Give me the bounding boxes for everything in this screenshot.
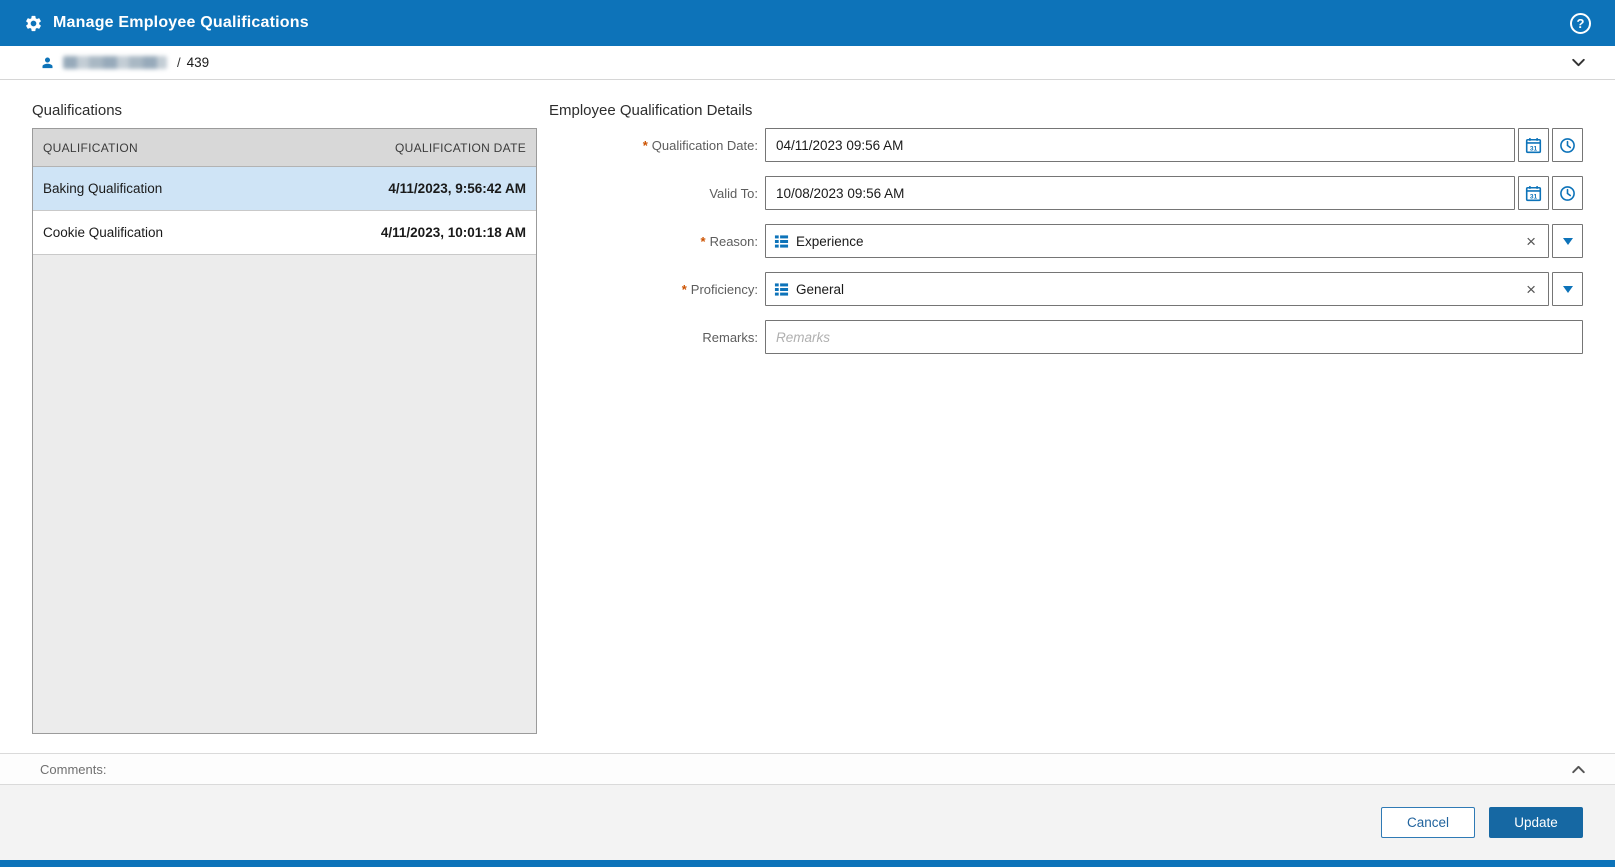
qualifications-title: Qualifications bbox=[32, 102, 123, 119]
qualification-date-calendar-icon[interactable]: 31 bbox=[1518, 128, 1549, 162]
proficiency-dropdown-icon[interactable] bbox=[1552, 272, 1583, 306]
valid-to-label: Valid To: bbox=[709, 185, 758, 201]
cancel-button[interactable]: Cancel bbox=[1381, 807, 1475, 838]
required-marker: * bbox=[681, 281, 687, 297]
comments-chevron-up-icon[interactable] bbox=[1570, 761, 1587, 778]
qualification-date-label: * Qualification Date: bbox=[642, 137, 758, 153]
window-bottom-edge bbox=[0, 860, 1615, 867]
employee-name-redacted bbox=[63, 56, 167, 69]
table-row[interactable]: Baking Qualification 4/11/2023, 9:56:42 … bbox=[33, 167, 536, 211]
manage-employee-qualifications-window: Manage Employee Qualifications ? / 439 Q… bbox=[0, 0, 1615, 867]
table-row[interactable]: Cookie Qualification 4/11/2023, 10:01:18… bbox=[33, 211, 536, 255]
list-icon bbox=[774, 282, 789, 297]
qualification-date: 4/11/2023, 9:56:42 AM bbox=[388, 181, 526, 196]
qualification-name: Baking Qualification bbox=[43, 181, 163, 196]
details-title: Employee Qualification Details bbox=[549, 102, 753, 119]
qualification-date-input[interactable] bbox=[765, 128, 1515, 162]
required-marker: * bbox=[642, 137, 648, 153]
qualification-date-clock-icon[interactable] bbox=[1552, 128, 1583, 162]
qualifications-table: QUALIFICATION QUALIFICATION DATE Baking … bbox=[32, 128, 537, 734]
svg-text:31: 31 bbox=[1530, 145, 1538, 152]
column-header-qualification: QUALIFICATION bbox=[43, 140, 139, 155]
remarks-row: Remarks: bbox=[549, 320, 1583, 354]
details-panel: Employee Qualification Details * Qualific… bbox=[549, 80, 1583, 753]
proficiency-row: * Proficiency: General × bbox=[549, 272, 1583, 306]
manage-gear-icon bbox=[24, 14, 43, 33]
comments-section: Comments: bbox=[0, 753, 1615, 785]
svg-text:31: 31 bbox=[1530, 193, 1538, 200]
proficiency-combobox[interactable]: General × bbox=[765, 272, 1549, 306]
title-bar: Manage Employee Qualifications ? bbox=[0, 0, 1615, 46]
remarks-label: Remarks: bbox=[702, 329, 758, 345]
breadcrumb-separator: / bbox=[177, 55, 181, 70]
table-header-row: QUALIFICATION QUALIFICATION DATE bbox=[33, 129, 536, 167]
column-header-qualification-date: QUALIFICATION DATE bbox=[395, 140, 526, 155]
qualification-date: 4/11/2023, 10:01:18 AM bbox=[380, 225, 526, 240]
help-icon[interactable]: ? bbox=[1570, 12, 1591, 34]
comments-label: Comments: bbox=[40, 761, 107, 777]
person-icon bbox=[40, 55, 55, 70]
update-button[interactable]: Update bbox=[1489, 807, 1583, 838]
collapse-header-chevron-down-icon[interactable] bbox=[1570, 54, 1587, 71]
valid-to-row: Valid To: 31 bbox=[549, 176, 1583, 210]
reason-value: Experience bbox=[796, 233, 864, 249]
list-icon bbox=[774, 234, 789, 249]
page-title: Manage Employee Qualifications bbox=[53, 14, 309, 31]
proficiency-clear-icon[interactable]: × bbox=[1522, 281, 1540, 298]
valid-to-calendar-icon[interactable]: 31 bbox=[1518, 176, 1549, 210]
reason-combobox[interactable]: Experience × bbox=[765, 224, 1549, 258]
employee-bar: / 439 bbox=[0, 46, 1615, 80]
proficiency-value: General bbox=[796, 281, 845, 297]
footer-bar: Cancel Update bbox=[0, 785, 1615, 860]
proficiency-label: * Proficiency: bbox=[681, 281, 758, 297]
employee-id: 439 bbox=[186, 55, 210, 70]
qualification-name: Cookie Qualification bbox=[43, 225, 164, 240]
reason-clear-icon[interactable]: × bbox=[1522, 233, 1540, 250]
reason-row: * Reason: Experience × bbox=[549, 224, 1583, 258]
reason-dropdown-icon[interactable] bbox=[1552, 224, 1583, 258]
main-content: Qualifications QUALIFICATION QUALIFICATI… bbox=[0, 80, 1615, 753]
valid-to-input[interactable] bbox=[765, 176, 1515, 210]
required-marker: * bbox=[700, 233, 706, 249]
qualifications-panel: Qualifications QUALIFICATION QUALIFICATI… bbox=[32, 80, 537, 753]
remarks-input[interactable] bbox=[765, 320, 1583, 354]
valid-to-clock-icon[interactable] bbox=[1552, 176, 1583, 210]
table-empty-area bbox=[33, 255, 536, 733]
reason-label: * Reason: bbox=[700, 233, 758, 249]
qualification-date-row: *Qualification Date: 31 bbox=[549, 128, 1583, 162]
